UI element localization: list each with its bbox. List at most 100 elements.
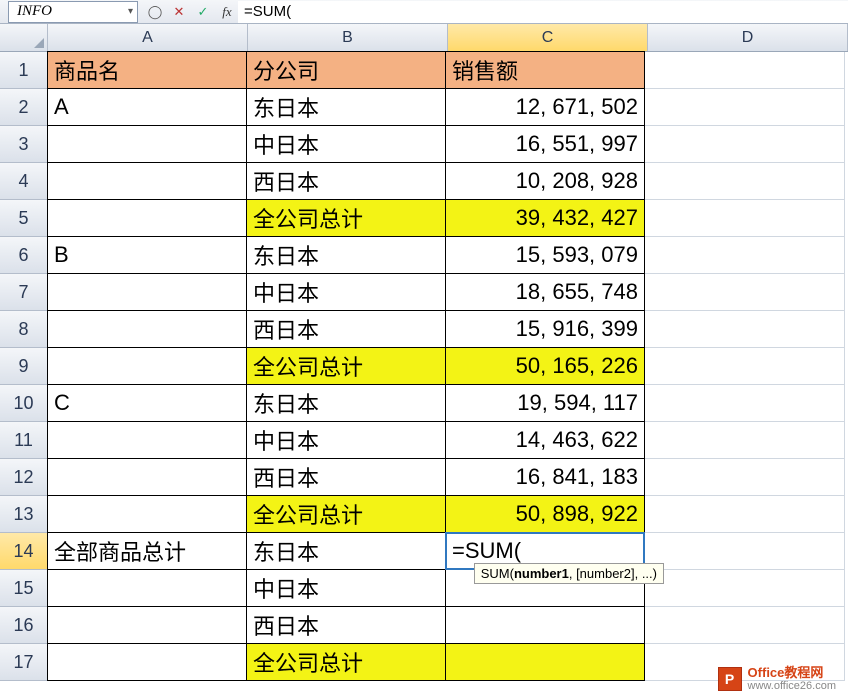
cell[interactable]	[445, 606, 645, 644]
row-header[interactable]: 4	[0, 163, 48, 200]
active-cell[interactable]: =SUM(SUM(number1, [number2], ...)	[445, 532, 645, 570]
cell[interactable]	[645, 385, 845, 422]
cell[interactable]	[47, 162, 247, 200]
select-all-corner[interactable]	[0, 24, 48, 51]
cell[interactable]	[645, 89, 845, 126]
cell[interactable]: 全公司总计	[246, 199, 446, 237]
name-box[interactable]: INFO ▾	[8, 1, 138, 23]
row-header[interactable]: 2	[0, 89, 48, 126]
row-header[interactable]: 3	[0, 126, 48, 163]
cell[interactable]: 西日本	[246, 162, 446, 200]
row-header[interactable]: 5	[0, 200, 48, 237]
cell[interactable]	[47, 199, 247, 237]
cell[interactable]: 15, 916, 399	[445, 310, 645, 348]
spreadsheet-grid: 1商品名分公司销售额2A东日本12, 671, 5023中日本16, 551, …	[0, 52, 848, 681]
cell[interactable]: 19, 594, 117	[445, 384, 645, 422]
row-header[interactable]: 10	[0, 385, 48, 422]
row-header[interactable]: 7	[0, 274, 48, 311]
header-cell-b[interactable]: 分公司	[246, 51, 446, 89]
cell[interactable]	[47, 606, 247, 644]
cell[interactable]: B	[47, 236, 247, 274]
cell[interactable]	[645, 163, 845, 200]
row-header[interactable]: 17	[0, 644, 48, 681]
grid-row: 14全部商品总计东日本=SUM(SUM(number1, [number2], …	[0, 533, 848, 570]
cell[interactable]: 12, 671, 502	[445, 88, 645, 126]
cell[interactable]: 东日本	[246, 236, 446, 274]
cancel-icon[interactable]: ✕	[168, 2, 190, 22]
cell[interactable]	[645, 237, 845, 274]
column-header-c[interactable]: C	[448, 24, 648, 51]
row-header[interactable]: 1	[0, 52, 48, 89]
row-header[interactable]: 13	[0, 496, 48, 533]
cell[interactable]: 中日本	[246, 273, 446, 311]
formula-buttons: ◯ ✕ ✓ fx	[144, 2, 238, 22]
cell[interactable]	[445, 643, 645, 681]
cell[interactable]	[645, 126, 845, 163]
confirm-icon[interactable]: ✓	[192, 2, 214, 22]
cell[interactable]: 14, 463, 622	[445, 421, 645, 459]
header-cell-a[interactable]: 商品名	[47, 51, 247, 89]
cell[interactable]	[47, 125, 247, 163]
cell[interactable]	[645, 459, 845, 496]
cell[interactable]	[47, 569, 247, 607]
cell[interactable]	[645, 422, 845, 459]
cell[interactable]: 东日本	[246, 532, 446, 570]
cell[interactable]: 中日本	[246, 569, 446, 607]
row-header[interactable]: 11	[0, 422, 48, 459]
row-header[interactable]: 8	[0, 311, 48, 348]
row-header[interactable]: 6	[0, 237, 48, 274]
cell[interactable]	[645, 496, 845, 533]
cell[interactable]: 东日本	[246, 384, 446, 422]
cell[interactable]: C	[47, 384, 247, 422]
fx-icon[interactable]: fx	[216, 2, 238, 22]
cell[interactable]: A	[47, 88, 247, 126]
column-header-b[interactable]: B	[248, 24, 448, 51]
cell[interactable]: 中日本	[246, 421, 446, 459]
formula-input[interactable]: =SUM(	[238, 1, 848, 23]
column-header-a[interactable]: A	[48, 24, 248, 51]
row-header[interactable]: 12	[0, 459, 48, 496]
cell[interactable]	[47, 458, 247, 496]
cell[interactable]: 50, 898, 922	[445, 495, 645, 533]
cell[interactable]: 15, 593, 079	[445, 236, 645, 274]
cell[interactable]	[47, 421, 247, 459]
cell[interactable]	[645, 274, 845, 311]
cell[interactable]	[645, 607, 845, 644]
cell[interactable]: 全部商品总计	[47, 532, 247, 570]
cell[interactable]	[47, 347, 247, 385]
cell[interactable]	[645, 52, 845, 89]
cell[interactable]: 全公司总计	[246, 643, 446, 681]
grid-row: 5 全公司总计39, 432, 427	[0, 200, 848, 237]
cell[interactable]	[47, 310, 247, 348]
row-header[interactable]: 15	[0, 570, 48, 607]
cell[interactable]: 18, 655, 748	[445, 273, 645, 311]
cell[interactable]: 西日本	[246, 606, 446, 644]
column-header-d[interactable]: D	[648, 24, 848, 51]
cell[interactable]: 10, 208, 928	[445, 162, 645, 200]
watermark-icon: P	[718, 667, 742, 691]
header-cell-c[interactable]: 销售额	[445, 51, 645, 89]
cell[interactable]	[47, 495, 247, 533]
row-header[interactable]: 16	[0, 607, 48, 644]
cell[interactable]: 全公司总计	[246, 347, 446, 385]
cell[interactable]: 西日本	[246, 458, 446, 496]
cell[interactable]	[645, 311, 845, 348]
row-header[interactable]: 9	[0, 348, 48, 385]
cell[interactable]: 全公司总计	[246, 495, 446, 533]
cell[interactable]: 16, 551, 997	[445, 125, 645, 163]
cell[interactable]	[645, 533, 845, 570]
cell[interactable]: 东日本	[246, 88, 446, 126]
cell[interactable]: 16, 841, 183	[445, 458, 645, 496]
cell[interactable]	[645, 570, 845, 607]
cell[interactable]	[47, 643, 247, 681]
cell[interactable]: 50, 165, 226	[445, 347, 645, 385]
cell[interactable]	[645, 348, 845, 385]
cell[interactable]: 39, 432, 427	[445, 199, 645, 237]
cell[interactable]	[645, 200, 845, 237]
cell[interactable]: 中日本	[246, 125, 446, 163]
cell[interactable]: 西日本	[246, 310, 446, 348]
row-header[interactable]: 14	[0, 533, 48, 570]
cell[interactable]	[47, 273, 247, 311]
grid-row: 13 全公司总计50, 898, 922	[0, 496, 848, 533]
dropdown-icon[interactable]: ▾	[128, 6, 133, 17]
